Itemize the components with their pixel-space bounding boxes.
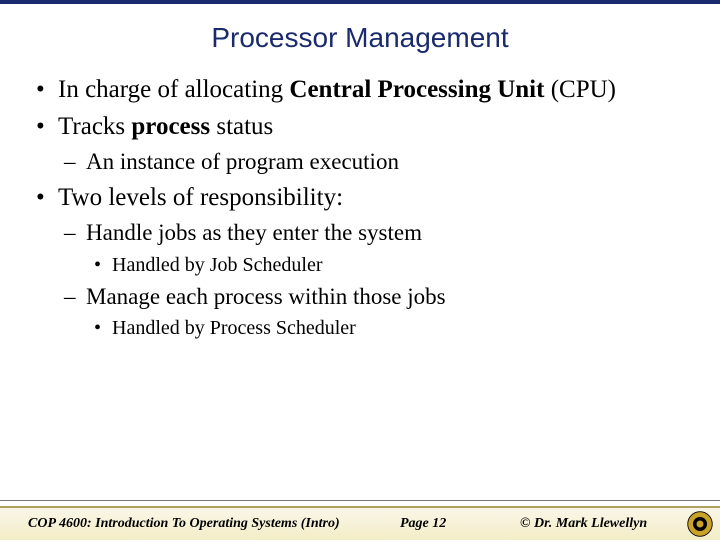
sub-sub-bullet-item: Handled by Job Scheduler xyxy=(86,252,690,278)
bullet-item: Two levels of responsibility: Handle job… xyxy=(30,182,690,341)
bullet-item: Tracks process status An instance of pro… xyxy=(30,111,690,176)
bullet-item: In charge of allocating Central Processi… xyxy=(30,74,690,105)
sub-sub-bullet-item: Handled by Process Scheduler xyxy=(86,315,690,341)
slide-footer: COP 4600: Introduction To Operating Syst… xyxy=(0,506,720,540)
slide-body: In charge of allocating Central Processi… xyxy=(0,74,720,341)
bullet-list: In charge of allocating Central Processi… xyxy=(30,74,690,341)
text-bold: Central Processing Unit xyxy=(289,76,544,103)
sub-sub-list: Handled by Job Scheduler xyxy=(86,252,690,278)
text: status xyxy=(210,113,273,140)
text: Manage each process within those jobs xyxy=(86,284,446,309)
sub-bullet-item: An instance of program execution xyxy=(58,147,690,177)
slide: Processor Management In charge of alloca… xyxy=(0,0,720,540)
footer-author: © Dr. Mark Llewellyn xyxy=(520,516,670,532)
sub-list: Handle jobs as they enter the system Han… xyxy=(58,218,690,342)
text: Tracks xyxy=(58,113,131,140)
sub-bullet-item: Manage each process within those jobs Ha… xyxy=(58,282,690,342)
sub-sub-list: Handled by Process Scheduler xyxy=(86,315,690,341)
footer-course: COP 4600: Introduction To Operating Syst… xyxy=(0,516,400,532)
sub-bullet-item: Handle jobs as they enter the system Han… xyxy=(58,218,690,278)
sub-list: An instance of program execution xyxy=(58,147,690,177)
ucf-logo-icon xyxy=(686,510,714,538)
text-bold: process xyxy=(131,113,210,140)
text: Two levels of responsibility: xyxy=(58,184,343,211)
footer-page: Page 12 xyxy=(400,516,520,532)
text: Handle jobs as they enter the system xyxy=(86,220,422,245)
text: (CPU) xyxy=(544,76,616,103)
slide-title: Processor Management xyxy=(0,22,720,54)
text: In charge of allocating xyxy=(58,76,289,103)
